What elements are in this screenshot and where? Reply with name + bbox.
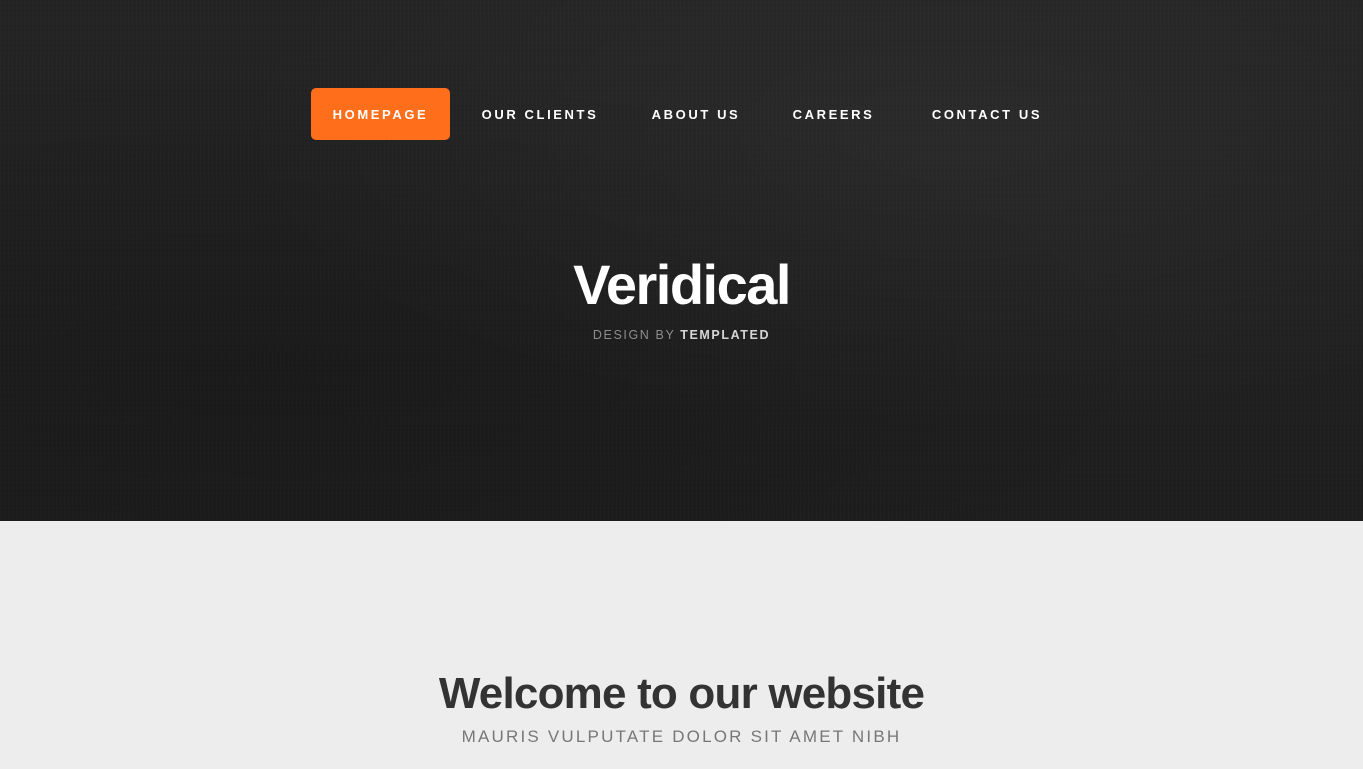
nav-item-our-clients[interactable]: OUR CLIENTS xyxy=(450,88,630,140)
nav-item-label: ABOUT US xyxy=(651,106,741,122)
nav-item-label: OUR CLIENTS xyxy=(481,106,599,122)
tagline-prefix: DESIGN BY xyxy=(592,328,676,342)
nav-item-careers[interactable]: CAREERS xyxy=(762,88,905,140)
nav-item-label: HOMEPAGE xyxy=(332,106,429,122)
header-banner: HOMEPAGE OUR CLIENTS ABOUT US CAREERS CO… xyxy=(0,0,1363,521)
site-tagline: DESIGN BY TEMPLATED xyxy=(0,327,1363,343)
nav-item-homepage[interactable]: HOMEPAGE xyxy=(311,88,450,140)
main-section: Welcome to our website MAURIS VULPUTATE … xyxy=(0,521,1363,769)
site-title: Veridical xyxy=(573,253,791,316)
nav-item-label: CAREERS xyxy=(792,106,875,122)
nav-item-contact-us[interactable]: CONTACT US xyxy=(905,88,1069,140)
welcome-heading: Welcome to our website xyxy=(438,669,925,718)
main-nav: HOMEPAGE OUR CLIENTS ABOUT US CAREERS CO… xyxy=(311,88,1069,140)
tagline-brand: TEMPLATED xyxy=(680,328,771,342)
welcome-subheading: MAURIS VULPUTATE DOLOR SIT AMET NIBH xyxy=(461,727,902,746)
nav-item-label: CONTACT US xyxy=(931,106,1043,122)
nav-item-about-us[interactable]: ABOUT US xyxy=(630,88,762,140)
